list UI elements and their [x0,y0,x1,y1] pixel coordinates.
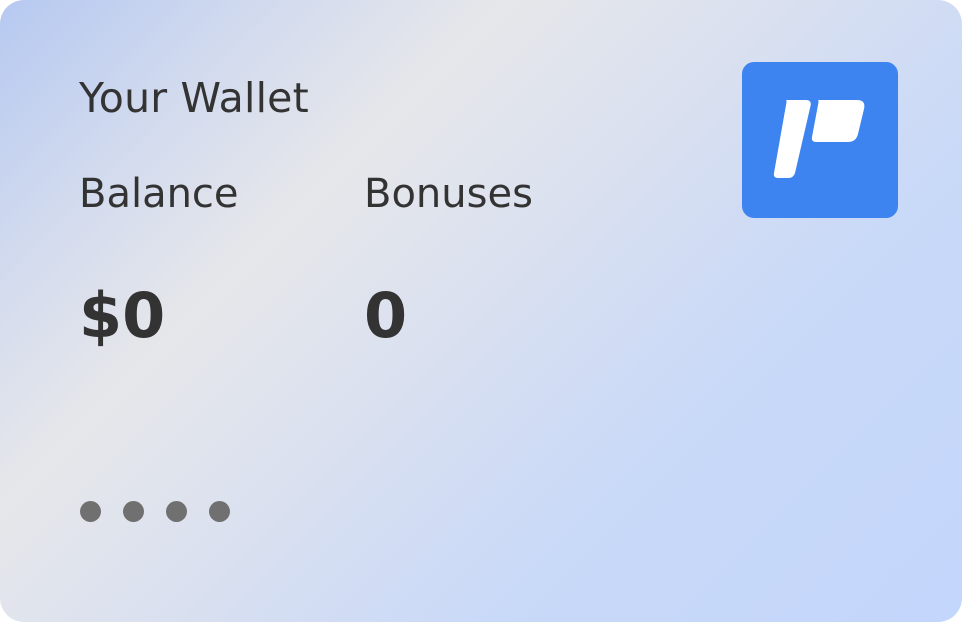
mask-dot [209,501,230,522]
bonuses-value: 0 [364,279,408,352]
balance-label: Balance [79,171,239,217]
wallet-card[interactable]: Your Wallet Balance Bonuses $0 0 [0,0,962,622]
brand-logo-icon [742,62,898,218]
masked-card-number [80,501,230,523]
mask-dot [80,501,101,522]
balance-value: $0 [79,279,166,352]
mask-dot [166,501,187,522]
bonuses-label: Bonuses [364,171,533,217]
brand-logo-glyph [773,100,865,178]
mask-dot [123,501,144,522]
wallet-title: Your Wallet [79,74,309,122]
